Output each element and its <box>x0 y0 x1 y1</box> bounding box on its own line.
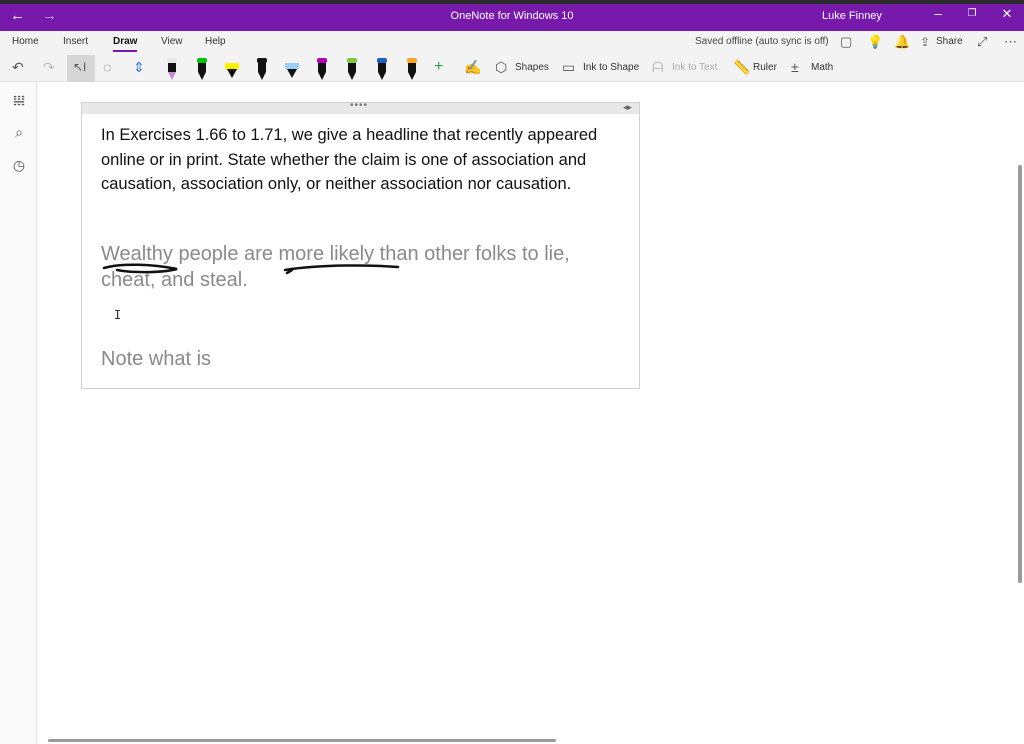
taskbar-strip <box>0 0 1024 4</box>
vertical-scrollbar[interactable] <box>1018 165 1022 583</box>
shapes-icon[interactable]: ⬡ <box>495 59 507 76</box>
note-container[interactable]: •••• ◂▸ In Exercises 1.66 to 1.71, we gi… <box>81 100 640 389</box>
more-options-icon[interactable]: ⋯ <box>1004 34 1017 50</box>
sync-status: Saved offline (auto sync is off) <box>695 36 829 47</box>
share-button[interactable]: Share <box>936 36 963 47</box>
redo-icon[interactable]: ↷ <box>43 59 55 76</box>
tab-help[interactable]: Help <box>205 36 226 47</box>
share-icon[interactable]: ⇪ <box>920 35 930 49</box>
search-icon[interactable]: ⌕ <box>10 124 28 141</box>
ribbon-tabs: Home Insert Draw View Help Saved offline… <box>0 31 1024 55</box>
pen-9[interactable] <box>405 58 419 80</box>
close-icon[interactable]: ✕ <box>997 6 1017 22</box>
restore-icon[interactable]: ❐ <box>962 8 982 19</box>
ink-to-shape-button[interactable]: Ink to Shape <box>583 62 639 73</box>
pen-2[interactable] <box>195 58 209 80</box>
ink-underline-wealthy <box>102 263 178 274</box>
page-canvas[interactable]: •••• ◂▸ In Exercises 1.66 to 1.71, we gi… <box>37 82 1024 744</box>
pen-7[interactable] <box>345 58 359 80</box>
ink-underline-more-likely <box>283 264 400 275</box>
tab-view[interactable]: View <box>161 36 183 47</box>
notebooks-icon[interactable]: 𝍐 <box>10 92 28 109</box>
undo-icon[interactable]: ↶ <box>12 59 24 76</box>
fullscreen-icon[interactable]: ⤢ <box>977 34 987 50</box>
lightbulb-icon[interactable]: 💡 <box>867 34 883 50</box>
ink-to-text-button: Ink to Text <box>672 62 718 73</box>
onenote-window: ← → OneNote for Windows 10 Luke Finney –… <box>0 0 1024 744</box>
pen-4[interactable] <box>255 58 269 80</box>
pen-8[interactable] <box>375 58 389 80</box>
pen-6[interactable] <box>315 58 329 80</box>
type-select-tool[interactable]: ↖I <box>67 55 95 82</box>
ink-replay-icon[interactable]: ✍ <box>464 59 481 76</box>
highlighter-3[interactable] <box>225 58 239 80</box>
add-pen-icon[interactable]: + <box>434 58 443 76</box>
shapes-button[interactable]: Shapes <box>515 62 549 73</box>
pen-1[interactable] <box>165 58 179 80</box>
ruler-icon[interactable]: 📏 <box>733 59 750 76</box>
tab-insert[interactable]: Insert <box>63 36 88 47</box>
lasso-select-icon[interactable]: ◌ <box>103 59 111 75</box>
left-nav-rail: 𝍐 ⌕ ◷ <box>0 82 37 744</box>
horizontal-scrollbar[interactable] <box>48 739 556 742</box>
user-name[interactable]: Luke Finney <box>822 10 882 22</box>
ruler-button[interactable]: Ruler <box>753 62 777 73</box>
notebook-pane-icon[interactable]: ▢ <box>840 34 852 50</box>
tab-draw[interactable]: Draw <box>113 36 138 52</box>
ink-annotations <box>102 263 400 275</box>
highlighter-5[interactable] <box>285 58 299 80</box>
math-icon[interactable]: ± <box>791 59 799 75</box>
bell-icon[interactable]: 🔔 <box>894 34 910 50</box>
type-select-icon: ↖I <box>73 60 87 74</box>
draw-toolbar: ↶ ↷ ↖I ◌ ⇕ + ✍ ⬡ Shapes ▭ Ink to Shape ᗩ… <box>0 55 1024 82</box>
recent-notes-icon[interactable]: ◷ <box>10 157 28 174</box>
math-button[interactable]: Math <box>811 62 833 73</box>
text-cursor-icon: I <box>114 308 122 322</box>
tab-home[interactable]: Home <box>12 36 39 47</box>
ink-to-shape-icon[interactable]: ▭ <box>562 59 575 76</box>
title-bar: ← → OneNote for Windows 10 Luke Finney –… <box>0 0 1024 31</box>
add-space-icon[interactable]: ⇕ <box>133 59 145 76</box>
minimize-icon[interactable]: – <box>928 6 948 21</box>
ink-to-text-icon: ᗩ <box>652 59 664 75</box>
